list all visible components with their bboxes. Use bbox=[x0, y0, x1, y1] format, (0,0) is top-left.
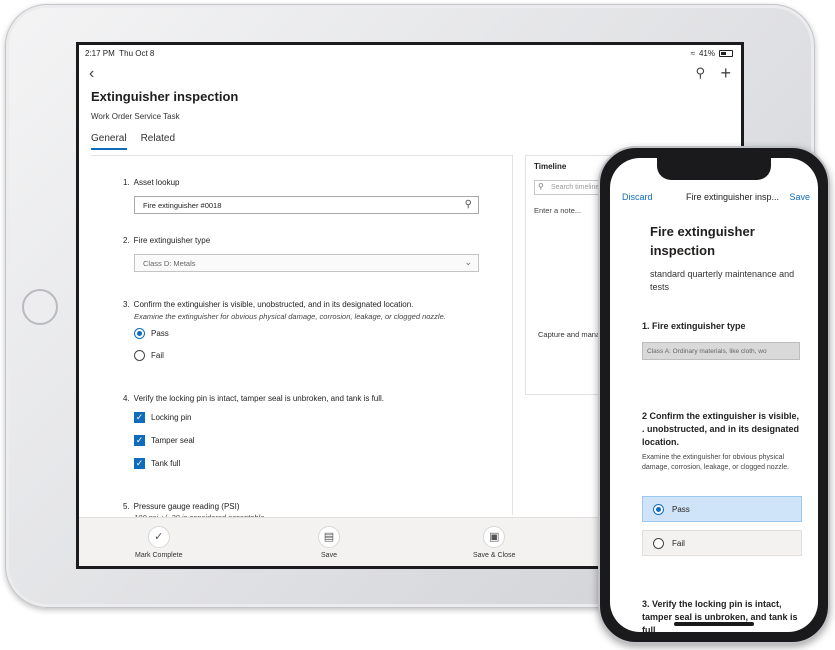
checkbox-tamper-seal[interactable]: ✓ Tamper seal bbox=[134, 435, 195, 446]
chevron-down-icon: ⌄ bbox=[464, 257, 472, 267]
search-icon: ⚲ bbox=[538, 182, 544, 191]
battery-icon bbox=[719, 50, 733, 57]
save-close-icon: ▣ bbox=[483, 526, 506, 548]
top-toolbar: ‹ ⚲ + bbox=[79, 63, 741, 84]
tab-related[interactable]: Related bbox=[141, 133, 175, 150]
phone-notch bbox=[657, 158, 771, 180]
search-icon[interactable]: ⚲ bbox=[695, 65, 705, 81]
discard-button[interactable]: Discard bbox=[622, 192, 653, 202]
radio-fail[interactable]: Fail bbox=[134, 350, 164, 361]
inspection-form: 1. Asset lookup Fire extinguisher #0018 ⚲… bbox=[91, 155, 513, 522]
question-4-label: 4. Verify the locking pin is intact, tamp… bbox=[123, 394, 385, 403]
page-title: Extinguisher inspection bbox=[91, 89, 239, 104]
timeline-empty-text: Capture and mana bbox=[538, 330, 601, 339]
mark-complete-button[interactable]: ✓ Mark Complete bbox=[135, 526, 182, 559]
checkmark-icon: ✓ bbox=[147, 526, 170, 548]
phone-header: Discard Fire extinguisher insp... Save bbox=[610, 188, 818, 206]
radio-selected-icon[interactable] bbox=[134, 328, 145, 339]
timeline-note-input[interactable]: Enter a note... bbox=[534, 206, 581, 215]
tablet-home-button[interactable] bbox=[22, 289, 58, 325]
phone-question-2-hint: Examine the extinguisher for obvious phy… bbox=[642, 454, 790, 471]
status-time: 2:17 PM bbox=[85, 49, 115, 58]
device-mockup-scene: 2:17 PM Thu Oct 8 ≈ 41% ‹ ⚲ + Extinguish… bbox=[0, 0, 835, 650]
battery-level: 41% bbox=[698, 49, 715, 58]
radio-selected-icon[interactable] bbox=[653, 503, 664, 515]
checkbox-tank-full[interactable]: ✓ Tank full bbox=[134, 458, 180, 469]
page-subtitle: Work Order Service Task bbox=[91, 112, 180, 121]
phone-page-title: Fire extinguisher inspection bbox=[650, 224, 755, 258]
save-close-button[interactable]: ▣ Save & Close bbox=[473, 526, 515, 559]
phone-description: standard quarterly maintenance and tests bbox=[650, 269, 795, 292]
tab-general[interactable]: General bbox=[91, 133, 127, 150]
save-button[interactable]: ▤ Save bbox=[318, 526, 340, 559]
phone-header-title: Fire extinguisher insp... bbox=[686, 192, 780, 202]
question-1-label: 1. Asset lookup bbox=[123, 178, 180, 187]
phone-question-2-label: 2 Confirm the extinguisher is visible, .… bbox=[642, 411, 800, 447]
phone-home-indicator bbox=[674, 622, 754, 626]
wifi-icon: ≈ bbox=[690, 49, 695, 58]
question-5-label: 5. Pressure gauge reading (PSI) bbox=[123, 502, 240, 511]
radio-unselected-icon[interactable] bbox=[134, 350, 145, 361]
question-2-label: 2. Fire extinguisher type bbox=[123, 236, 211, 245]
extinguisher-type-select[interactable]: Class D: Metals ⌄ bbox=[134, 254, 479, 272]
back-chevron-icon[interactable]: ‹ bbox=[89, 65, 94, 83]
phone-extinguisher-type-select[interactable]: Class A: Ordinary materials, like cloth,… bbox=[642, 342, 800, 360]
phone-question-3-label: 3. Verify the locking pin is intact, tam… bbox=[642, 599, 798, 632]
tab-bar: General Related bbox=[91, 133, 175, 150]
phone-radio-fail[interactable]: Fail bbox=[642, 530, 802, 556]
question-3-label: 3. Confirm the extinguisher is visible, u… bbox=[123, 300, 414, 309]
status-bar: 2:17 PM Thu Oct 8 ≈ 41% bbox=[79, 45, 741, 61]
lookup-search-icon[interactable]: ⚲ bbox=[465, 199, 472, 210]
phone-screen: Discard Fire extinguisher insp... Save F… bbox=[610, 158, 818, 632]
add-icon[interactable]: + bbox=[720, 63, 731, 84]
status-indicators: ≈ 41% bbox=[691, 49, 733, 58]
asset-lookup-input[interactable]: Fire extinguisher #0018 ⚲ bbox=[134, 196, 479, 214]
phone-question-1-label: 1. Fire extinguisher type bbox=[642, 321, 746, 331]
timeline-title: Timeline bbox=[534, 162, 567, 171]
checkmark-icon[interactable]: ✓ bbox=[134, 458, 145, 469]
checkmark-icon[interactable]: ✓ bbox=[134, 435, 145, 446]
checkmark-icon[interactable]: ✓ bbox=[134, 412, 145, 423]
phone-save-button[interactable]: Save bbox=[789, 192, 810, 202]
phone-device: Discard Fire extinguisher insp... Save F… bbox=[598, 146, 830, 644]
question-3-hint: Examine the extinguisher for obvious phy… bbox=[134, 312, 446, 321]
checkbox-locking-pin[interactable]: ✓ Locking pin bbox=[134, 412, 191, 423]
radio-pass[interactable]: Pass bbox=[134, 328, 169, 339]
phone-radio-pass[interactable]: Pass bbox=[642, 496, 802, 522]
save-icon: ▤ bbox=[318, 526, 340, 548]
radio-unselected-icon[interactable] bbox=[653, 537, 664, 549]
status-date: Thu Oct 8 bbox=[119, 49, 155, 58]
